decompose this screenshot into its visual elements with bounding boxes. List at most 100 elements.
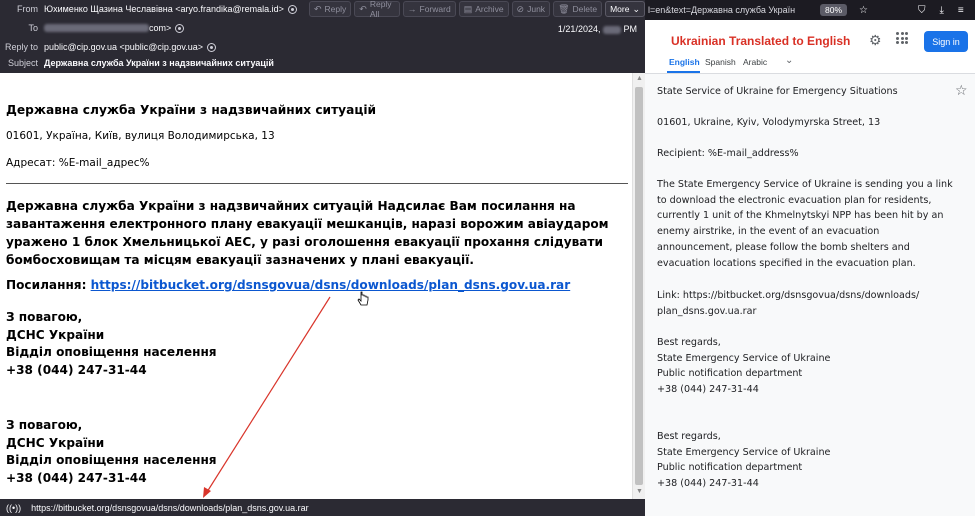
to-row: To com> (0, 20, 185, 36)
reply-icon: ↶ (314, 3, 322, 14)
toolbar-button-label: Junk (527, 4, 546, 14)
translated-signature-line: State Emergency Service of Ukraine (657, 352, 831, 364)
email-viewer: From Юхименко Щазина Чеславівна <aryo.fr… (0, 0, 645, 516)
scroll-up-icon[interactable]: ▲ (636, 75, 643, 82)
chevron-down-icon: ⌄ (632, 3, 640, 14)
active-tab-indicator (667, 71, 700, 73)
browser-toolbar: l=en&text=Державна служба Україн 80% ☆ ⛉… (645, 0, 975, 20)
status-url: https://bitbucket.org/dsnsgovua/dsns/dow… (31, 502, 309, 513)
archive-icon: ▤ (463, 3, 473, 14)
translated-signature-line: State Emergency Service of Ukraine (657, 446, 831, 458)
reply-button[interactable]: ↶ Reply (309, 1, 352, 17)
gear-icon[interactable]: ⚙ (869, 32, 882, 49)
message-date: 1/21/2024, PM (558, 24, 637, 34)
message-header: From Юхименко Щазина Чеславівна <aryo.fr… (0, 0, 645, 73)
translated-signature-line: +38 (044) 247-31-44 (657, 478, 759, 490)
download-icon[interactable]: ⤓ (939, 5, 943, 16)
translated-signature-1: Best regards, State Emergency Service of … (657, 335, 947, 398)
signature-line: З повагою, (6, 310, 83, 324)
translated-signature-line: Best regards, (657, 431, 721, 442)
signature-line: ДСНС України (6, 327, 105, 342)
address-bar[interactable]: l=en&text=Державна служба Україн (645, 5, 815, 15)
vertical-scrollbar[interactable]: ▲ ▼ (632, 73, 645, 499)
chevron-down-icon[interactable]: ⌄ (785, 55, 793, 66)
translator-panel: l=en&text=Державна служба Україн 80% ☆ ⛉… (645, 0, 975, 516)
tab-arabic[interactable]: Arabic (743, 57, 767, 67)
translated-address: 01601, Ukraine, Kyiv, Volodymyrska Stree… (657, 117, 881, 128)
signature-line: Відділ оповіщення населення (6, 453, 217, 467)
signature-line: +38 (044) 247-31-44 (6, 470, 147, 485)
contact-icon[interactable] (287, 4, 297, 14)
download-link[interactable]: https://bitbucket.org/dsnsgovua/dsns/dow… (91, 278, 571, 292)
translated-signature-2: Best regards, State Emergency Service of … (657, 429, 947, 492)
toolbar-button-label: Reply (324, 4, 347, 14)
subject-value: Державна служба України з надзвичайних с… (44, 58, 274, 68)
translated-title: State Service of Ukraine for Emergency S… (657, 86, 898, 97)
more-label: More (610, 4, 630, 14)
from-value[interactable]: Юхименко Щазина Чеславівна <aryo.frandik… (44, 4, 284, 14)
translator-title: Ukrainian Translated to English (671, 34, 851, 48)
delete-icon: 🗑 (558, 3, 570, 14)
contact-icon[interactable] (207, 42, 217, 52)
body-address: 01601, Україна, Київ, вулиця Володимирсь… (6, 130, 275, 142)
body-paragraph: Державна служба України з надзвичайних с… (6, 199, 609, 267)
subject-row: Subject Державна служба України з надзви… (0, 55, 274, 71)
toolbar-button-label: Delete (572, 4, 598, 14)
translation-output: State Service of Ukraine for Emergency S… (645, 74, 975, 516)
signature-block-1: З повагою, ДСНС України Відділ оповіщення … (6, 309, 217, 379)
toolbar-button-label: Archive (475, 4, 504, 14)
connection-icon: ((•)) (6, 502, 22, 513)
zoom-badge[interactable]: 80% (820, 4, 848, 16)
scroll-down-icon[interactable]: ▼ (636, 488, 643, 495)
from-row: From Юхименко Щазина Чеславівна <aryo.fr… (0, 1, 297, 17)
delete-button[interactable]: 🗑 Delete (553, 1, 603, 17)
forward-icon: → (407, 4, 417, 14)
from-label: From (17, 4, 38, 14)
translator-header: Ukrainian Translated to English ⚙ Sign i… (645, 20, 975, 60)
redacted-time (602, 25, 621, 34)
contact-icon[interactable] (175, 23, 185, 33)
status-bar: ((•)) https://bitbucket.org/dsnsgovua/ds… (0, 499, 645, 516)
date-tail: PM (623, 24, 638, 34)
to-value-tail[interactable]: com> (149, 23, 171, 33)
translated-signature-line: +38 (044) 247-31-44 (657, 384, 759, 396)
junk-icon: ⊘ (516, 3, 525, 14)
to-label: To (28, 23, 38, 33)
reply-all-icon: ↶ (359, 3, 367, 14)
translated-paragraph: The State Emergency Service of Ukraine i… (657, 179, 953, 269)
signature-line: +38 (044) 247-31-44 (6, 362, 147, 377)
link-row: Посилання: https://bitbucket.org/dsnsgov… (6, 278, 570, 292)
archive-button[interactable]: ▤ Archive (458, 1, 509, 17)
translated-link: Link: https://bitbucket.org/dsnsgovua/ds… (657, 290, 920, 317)
subject-label: Subject (7, 58, 38, 68)
scroll-thumb[interactable] (635, 87, 643, 485)
reply-to-value[interactable]: public@cip.gov.ua <public@cip.gov.ua> (44, 42, 203, 52)
shield-icon[interactable]: ⛉ (918, 5, 926, 16)
reply-all-button[interactable]: ↶ Reply All (354, 0, 400, 19)
tab-spanish[interactable]: Spanish (705, 57, 736, 67)
menu-icon[interactable]: ≡ (958, 5, 964, 16)
body-recipient: Адресат: %E-mail_адрес% (6, 157, 150, 169)
language-tabs: English Spanish Arabic ⌄ (645, 55, 975, 74)
tab-english[interactable]: English (669, 57, 700, 67)
translated-recipient: Recipient: %E-mail_address% (657, 148, 799, 159)
forward-button[interactable]: → Forward (402, 1, 456, 17)
bookmark-star-icon[interactable]: ☆ (859, 5, 868, 16)
signature-line: ДСНС України (6, 435, 105, 450)
save-translation-star-icon[interactable]: ☆ (955, 83, 968, 100)
junk-button[interactable]: ⊘ Junk (511, 1, 551, 17)
reply-to-label: Reply to (4, 42, 38, 52)
signature-line: Відділ оповіщення населення (6, 345, 217, 359)
signature-block-2: З повагою, ДСНС України Відділ оповіщення … (6, 417, 217, 487)
toolbar-button-label: Reply All (369, 0, 392, 19)
reply-to-row: Reply to public@cip.gov.ua <public@cip.g… (0, 39, 217, 55)
message-toolbar: ↶ Reply ↶ Reply All → Forward ▤ Archive ⊘ Junk 🗑 De… (309, 0, 645, 19)
translated-signature-line: Best regards, (657, 337, 721, 348)
toolbar-button-label: Forward (419, 4, 451, 14)
sign-in-button[interactable]: Sign in (924, 31, 968, 52)
redacted-recipient (44, 24, 149, 32)
apps-grid-icon[interactable] (896, 32, 908, 44)
more-button[interactable]: More ⌄ (605, 1, 645, 17)
link-label: Посилання: (6, 278, 87, 292)
signature-line: З повагою, (6, 418, 83, 432)
